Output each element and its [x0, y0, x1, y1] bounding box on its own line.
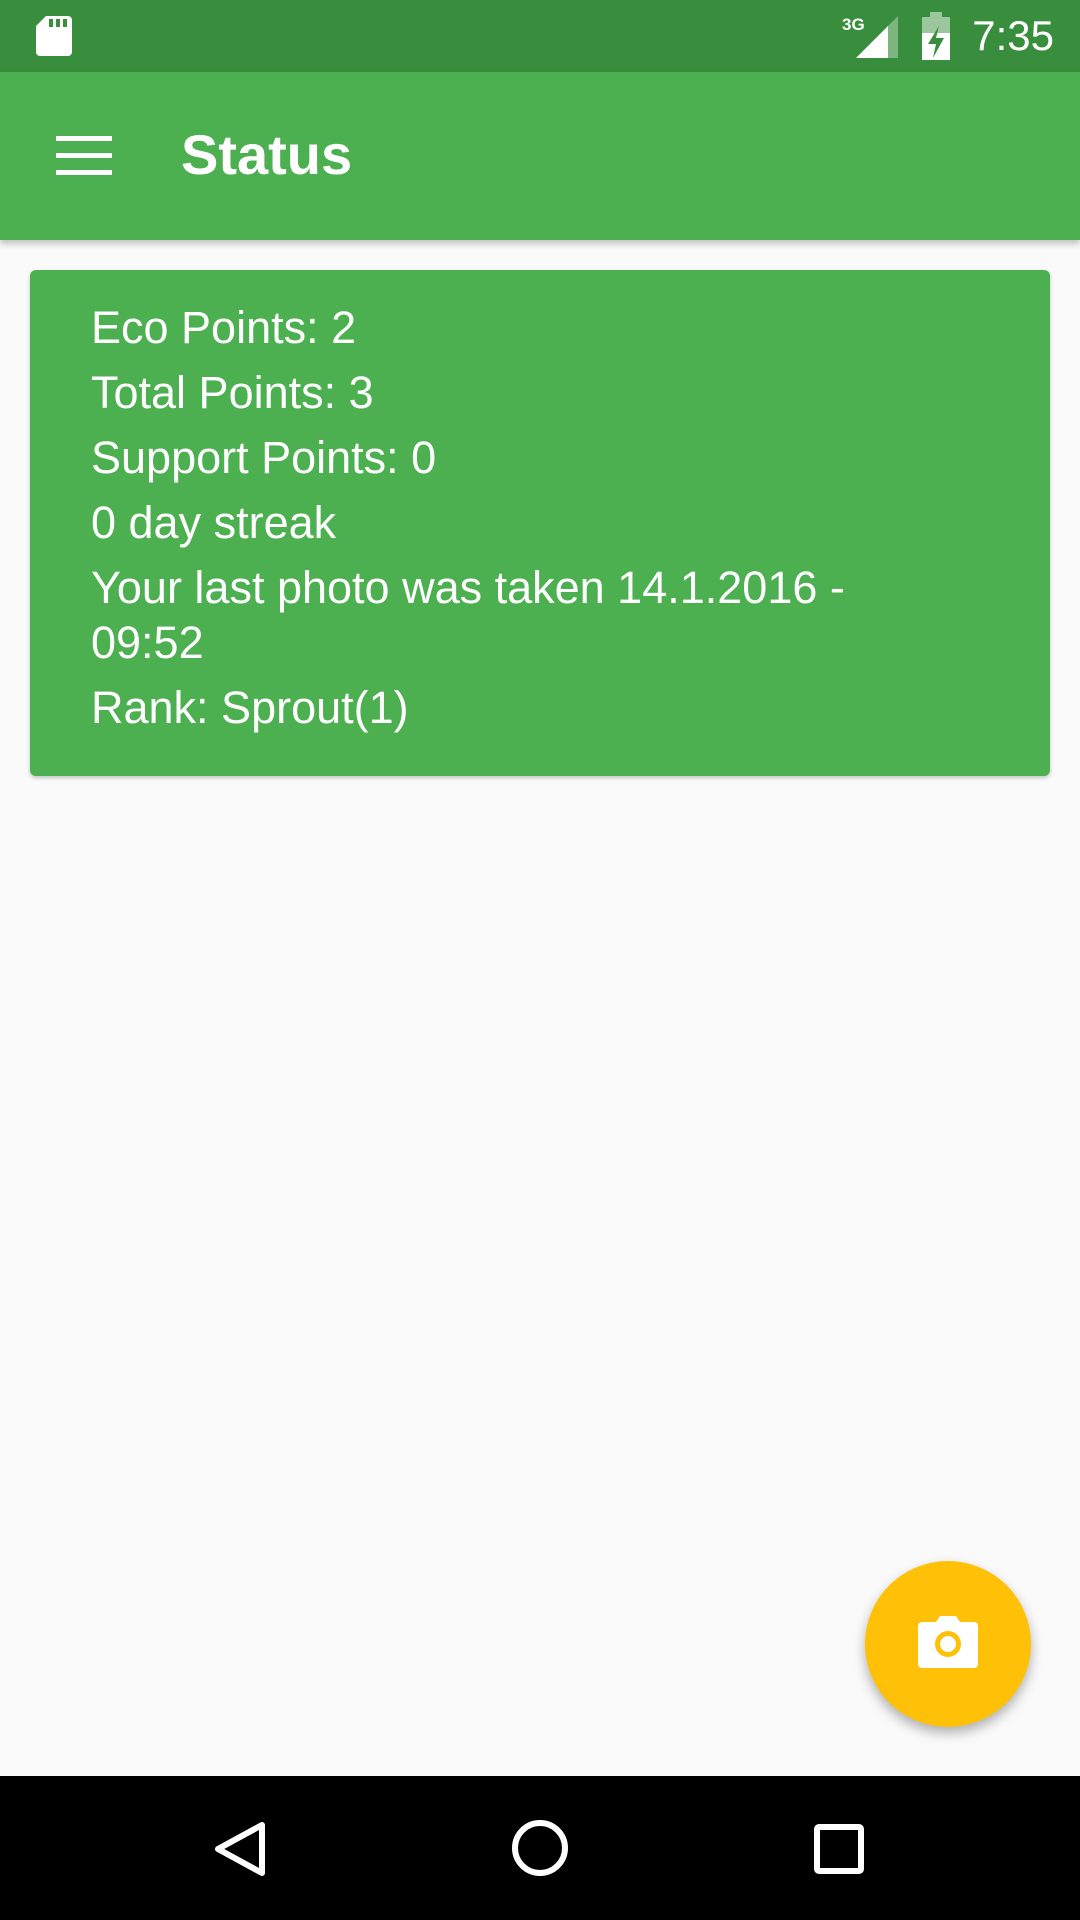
page-title: Status — [181, 123, 353, 186]
screen: 3G 7:35 Status Eco Points: 2 Total Point… — [0, 0, 1080, 1920]
streak-text: 0 day streak — [91, 497, 337, 548]
menu-button[interactable] — [40, 112, 128, 200]
battery-charging-icon — [920, 12, 952, 60]
eco-points-text: Eco Points: 2 — [91, 302, 357, 353]
signal-3g-icon: 3G — [842, 14, 900, 58]
rank-text: Rank: Sprout(1) — [91, 682, 409, 733]
sd-card-icon — [36, 16, 72, 56]
home-button[interactable] — [490, 1798, 590, 1898]
total-points-text: Total Points: 3 — [91, 367, 374, 418]
home-icon — [512, 1820, 568, 1876]
back-icon — [215, 1822, 265, 1876]
clock: 7:35 — [972, 12, 1054, 59]
navigation-bar — [0, 1776, 1080, 1920]
camera-icon — [918, 1616, 978, 1668]
app-bar: Status — [0, 72, 1080, 240]
status-card: Eco Points: 2 Total Points: 3 Support Po… — [30, 270, 1050, 776]
support-points-text: Support Points: 0 — [91, 432, 437, 483]
recents-icon — [814, 1824, 864, 1874]
back-button[interactable] — [190, 1798, 290, 1898]
status-bar: 3G 7:35 — [0, 0, 1080, 72]
network-type-label: 3G — [842, 15, 865, 34]
camera-button[interactable] — [865, 1561, 1031, 1727]
last-photo-text: Your last photo was taken 14.1.2016 - 09… — [91, 562, 845, 668]
menu-icon — [56, 136, 112, 175]
recents-button[interactable] — [790, 1798, 890, 1898]
